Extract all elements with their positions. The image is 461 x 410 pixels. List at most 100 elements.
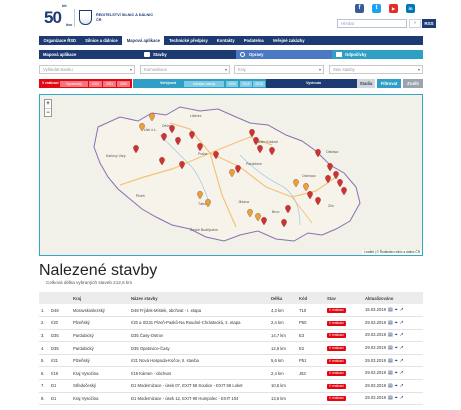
- nav-item-predpisy[interactable]: Technické předpisy: [164, 36, 212, 45]
- year-chip[interactable]: 2021: [103, 80, 116, 87]
- select-stavba[interactable]: Vyhledat stavbu ▾: [39, 65, 135, 74]
- tab-odpocivky[interactable]: Odpočívky: [332, 50, 423, 59]
- document-icon[interactable]: ▤: [388, 383, 393, 389]
- reset-button[interactable]: Zrušit: [403, 79, 423, 88]
- map[interactable]: Liberec Děčín Ústí n.L. Karlovy Vary Praha Hr…: [39, 94, 423, 256]
- status-label: V realizaci: [42, 81, 59, 85]
- map-pin-icon[interactable]: ⌖: [395, 358, 398, 364]
- nav-item-podatelna[interactable]: Podatelna: [239, 36, 268, 45]
- search-button[interactable]: ›: [409, 19, 421, 28]
- updated-date: 29.03.2019: [365, 345, 386, 351]
- year-chip[interactable]: 2020: [117, 80, 130, 87]
- filter-button[interactable]: Filtrovat: [377, 79, 401, 88]
- zoom-out-button[interactable]: −: [45, 108, 51, 116]
- nav-item-kontakty[interactable]: Kontakty: [212, 36, 239, 45]
- year-chip[interactable]: 2022: [89, 80, 102, 87]
- external-link-icon[interactable]: ↗: [400, 320, 404, 326]
- row-num: 1.: [39, 304, 49, 318]
- map-place-label: Karlovy Vary: [106, 154, 126, 158]
- twitter-icon[interactable]: t: [372, 4, 381, 13]
- table-row[interactable]: 3. D35 Pardubický D35 Časy-Ostrov 14,7 km E3 V…: [39, 329, 423, 343]
- map-pin-icon[interactable]: ⌖: [395, 395, 398, 401]
- status-chip[interactable]: Dynamický: [60, 80, 88, 87]
- row-region: Kraj Vysočina: [71, 366, 129, 381]
- document-icon[interactable]: ▤: [388, 358, 393, 364]
- map-place-label: Brno: [272, 210, 279, 214]
- anniversary-logo[interactable]: 50let ŘSD: [44, 3, 72, 28]
- col-kraj[interactable]: Kraj: [71, 292, 129, 304]
- updated-date: 15.03.2019: [365, 307, 386, 313]
- youtube-icon[interactable]: ▶: [389, 4, 398, 13]
- external-link-icon[interactable]: ↗: [400, 383, 404, 389]
- header: 50let ŘSD Ředitelství silnic a dálnic ČR …: [0, 0, 461, 34]
- nav-item-mapova-aplikace[interactable]: Mapová aplikace: [122, 36, 165, 45]
- external-link-icon[interactable]: ↗: [400, 332, 404, 338]
- external-link-icon[interactable]: ↗: [400, 358, 404, 364]
- select-kraj[interactable]: Kraj ▾: [234, 65, 324, 74]
- select-komunikace[interactable]: Komunikace ▾: [140, 65, 230, 74]
- external-link-icon[interactable]: ↗: [400, 370, 404, 376]
- table-row[interactable]: 8. D1 Kraj Vysočina D1 Modernizace - úsek 1…: [39, 392, 423, 406]
- logo-sub: ŘSD: [66, 23, 73, 27]
- select-stav[interactable]: Stav stavby ▾: [329, 65, 423, 74]
- table-row[interactable]: 4. D35 Pardubický D35 Opatovice-Časy 12,6 km…: [39, 341, 423, 355]
- rss-button[interactable]: RSS: [422, 19, 436, 28]
- document-icon[interactable]: ▤: [388, 332, 393, 338]
- year-chip[interactable]: 2018: [253, 80, 265, 87]
- nav-item-organizace[interactable]: Organizace ŘSD: [39, 36, 81, 45]
- country-area: [93, 106, 361, 242]
- external-link-icon[interactable]: ↗: [400, 307, 404, 313]
- org-name[interactable]: Ředitelství silnic a dálnic ČR: [96, 13, 158, 22]
- tab-mapova-aplikace[interactable]: Mapová aplikace: [39, 50, 136, 59]
- external-link-icon[interactable]: ↗: [400, 345, 404, 351]
- search-input[interactable]: Hledat: [337, 19, 407, 28]
- table-row[interactable]: 5. I/21 Plzeňský I/21 Nová Hospoda-Kočov, I…: [39, 354, 423, 368]
- row-length: 2,4 km: [269, 316, 297, 330]
- col-delka[interactable]: Délka: [269, 292, 297, 304]
- zoom-in-button[interactable]: +: [45, 100, 51, 108]
- map-canvas[interactable]: LiberecDěčínÚstí n.L.Karlovy Vary PrahaHr…: [40, 95, 423, 256]
- col-road[interactable]: [49, 292, 71, 304]
- col-aktualizovano[interactable]: Aktualizováno: [363, 292, 423, 304]
- map-pin-icon[interactable]: ⌖: [395, 307, 398, 313]
- document-icon[interactable]: ▤: [388, 395, 393, 401]
- row-num: 7.: [39, 379, 49, 393]
- row-region: Plzeňský: [71, 354, 129, 368]
- document-icon[interactable]: ▤: [388, 345, 393, 351]
- year-chip[interactable]: 2019: [240, 80, 252, 87]
- document-icon[interactable]: ▤: [388, 320, 393, 326]
- table-row[interactable]: 1. D48 Moravskoslezský D48 Frýdek-Místek, o…: [39, 304, 423, 318]
- col-aktualizovano-label: Aktualizováno: [365, 295, 394, 301]
- map-pin-icon[interactable]: ⌖: [395, 370, 398, 376]
- map-pin-icon[interactable]: ⌖: [395, 345, 398, 351]
- document-icon[interactable]: ▤: [388, 370, 393, 376]
- external-link-icon[interactable]: ↗: [400, 395, 404, 401]
- col-kod[interactable]: Kód: [297, 292, 325, 304]
- document-icon[interactable]: ▤: [388, 307, 393, 313]
- nav-item-zakazky[interactable]: Veřejné zakázky: [268, 36, 309, 45]
- row-road: D35: [49, 329, 71, 343]
- col-nazev[interactable]: Název stavby: [129, 292, 269, 304]
- map-pin-icon[interactable]: ⌖: [395, 320, 398, 326]
- map-pin-icon[interactable]: ⌖: [395, 332, 398, 338]
- publicity-chip[interactable]: Zahájení stavby: [184, 80, 224, 87]
- table-row[interactable]: 2. I/20 Plzeňský I/20 a II/231 Plzeň-Pasků-…: [39, 316, 423, 330]
- year-chip[interactable]: 2020: [226, 80, 238, 87]
- table-row[interactable]: 6. I/19 Kraj Vysočina I/19 Kámen - obchvat 2…: [39, 366, 423, 381]
- col-kraj-label: Kraj: [73, 295, 82, 301]
- linkedin-icon[interactable]: in: [406, 4, 415, 13]
- col-stav[interactable]: Stav: [325, 292, 363, 304]
- table-header-row: Kraj Název stavby Délka Kód Stav Aktuali…: [39, 292, 423, 304]
- tab-stavby[interactable]: Stavby: [140, 50, 236, 59]
- state-chip[interactable]: Stadia: [357, 79, 375, 88]
- col-kod-label: Kód: [299, 295, 308, 301]
- rsd-emblem-icon[interactable]: [79, 10, 92, 25]
- chevron-down-icon: ▾: [224, 67, 227, 72]
- facebook-icon[interactable]: f: [355, 4, 364, 13]
- row-code: T10: [297, 304, 325, 318]
- map-pin-icon[interactable]: ⌖: [395, 383, 398, 389]
- nav-item-silnice[interactable]: Silnice a dálnice: [81, 36, 123, 45]
- map-attribution[interactable]: Leaflet | © Ředitelství silnic a dálnic …: [362, 250, 422, 255]
- tab-opravy[interactable]: Opravy: [236, 50, 332, 59]
- table-row[interactable]: 7. D1 Středočeský D1 Modernizace - úsek 07,…: [39, 379, 423, 393]
